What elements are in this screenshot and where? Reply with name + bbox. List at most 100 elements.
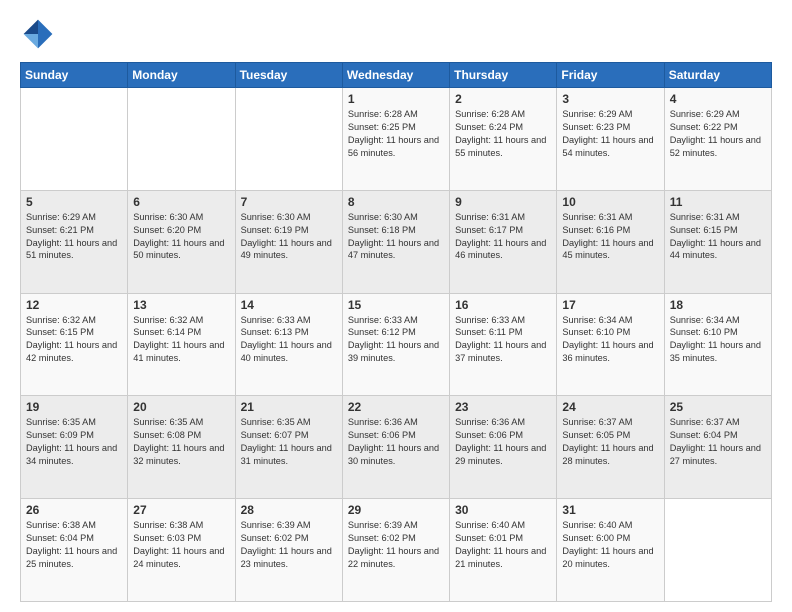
calendar-cell: 17 Sunrise: 6:34 AM Sunset: 6:10 PM Dayli… [557,293,664,396]
day-number: 16 [455,298,551,312]
day-number: 28 [241,503,337,517]
logo [20,16,60,52]
day-number: 4 [670,92,766,106]
calendar-cell: 9 Sunrise: 6:31 AM Sunset: 6:17 PM Daylig… [450,190,557,293]
calendar-cell: 10 Sunrise: 6:31 AM Sunset: 6:16 PM Dayli… [557,190,664,293]
day-number: 25 [670,400,766,414]
day-info: Sunrise: 6:33 AM Sunset: 6:13 PM Dayligh… [241,314,337,366]
calendar-cell: 31 Sunrise: 6:40 AM Sunset: 6:00 PM Dayli… [557,499,664,602]
day-info: Sunrise: 6:33 AM Sunset: 6:11 PM Dayligh… [455,314,551,366]
calendar-cell: 23Sunrise: 6:36 AM Sunset: 6:06 PM Dayli… [450,396,557,499]
week-row-2: 12Sunrise: 6:32 AM Sunset: 6:15 PM Dayli… [21,293,772,396]
day-info: Sunrise: 6:38 AM Sunset: 6:03 PM Dayligh… [133,519,229,571]
day-number: 23 [455,400,551,414]
calendar-cell: 7 Sunrise: 6:30 AM Sunset: 6:19 PM Daylig… [235,190,342,293]
day-info: Sunrise: 6:29 AM Sunset: 6:21 PM Dayligh… [26,211,122,263]
day-info: Sunrise: 6:28 AM Sunset: 6:24 PM Dayligh… [455,108,551,160]
calendar-cell: 12Sunrise: 6:32 AM Sunset: 6:15 PM Dayli… [21,293,128,396]
calendar-cell: 4 Sunrise: 6:29 AM Sunset: 6:22 PM Daylig… [664,88,771,191]
calendar-cell: 5 Sunrise: 6:29 AM Sunset: 6:21 PM Daylig… [21,190,128,293]
page: SundayMondayTuesdayWednesdayThursdayFrid… [0,0,792,612]
header-sunday: Sunday [21,63,128,88]
calendar-cell: 29 Sunrise: 6:39 AM Sunset: 6:02 PM Dayli… [342,499,449,602]
day-number: 30 [455,503,551,517]
header-wednesday: Wednesday [342,63,449,88]
day-info: Sunrise: 6:28 AM Sunset: 6:25 PM Dayligh… [348,108,444,160]
calendar-cell: 24Sunrise: 6:37 AM Sunset: 6:05 PM Dayli… [557,396,664,499]
calendar-cell: 16 Sunrise: 6:33 AM Sunset: 6:11 PM Dayli… [450,293,557,396]
day-info: Sunrise: 6:32 AM Sunset: 6:14 PM Dayligh… [133,314,229,366]
day-number: 2 [455,92,551,106]
day-number: 9 [455,195,551,209]
day-info: Sunrise: 6:34 AM Sunset: 6:10 PM Dayligh… [670,314,766,366]
day-number: 17 [562,298,658,312]
calendar-cell: 6 Sunrise: 6:30 AM Sunset: 6:20 PM Daylig… [128,190,235,293]
day-info: Sunrise: 6:31 AM Sunset: 6:17 PM Dayligh… [455,211,551,263]
day-number: 29 [348,503,444,517]
week-row-3: 19Sunrise: 6:35 AM Sunset: 6:09 PM Dayli… [21,396,772,499]
calendar-cell [664,499,771,602]
header-monday: Monday [128,63,235,88]
calendar-cell: 30Sunrise: 6:40 AM Sunset: 6:01 PM Dayli… [450,499,557,602]
day-info: Sunrise: 6:35 AM Sunset: 6:07 PM Dayligh… [241,416,337,468]
day-number: 27 [133,503,229,517]
day-info: Sunrise: 6:35 AM Sunset: 6:09 PM Dayligh… [26,416,122,468]
day-info: Sunrise: 6:35 AM Sunset: 6:08 PM Dayligh… [133,416,229,468]
day-info: Sunrise: 6:33 AM Sunset: 6:12 PM Dayligh… [348,314,444,366]
day-number: 1 [348,92,444,106]
day-info: Sunrise: 6:36 AM Sunset: 6:06 PM Dayligh… [348,416,444,468]
calendar-cell: 20 Sunrise: 6:35 AM Sunset: 6:08 PM Dayli… [128,396,235,499]
calendar-cell: 2 Sunrise: 6:28 AM Sunset: 6:24 PM Daylig… [450,88,557,191]
calendar-cell [128,88,235,191]
day-number: 24 [562,400,658,414]
day-info: Sunrise: 6:30 AM Sunset: 6:20 PM Dayligh… [133,211,229,263]
day-number: 20 [133,400,229,414]
day-info: Sunrise: 6:31 AM Sunset: 6:16 PM Dayligh… [562,211,658,263]
calendar-table: SundayMondayTuesdayWednesdayThursdayFrid… [20,62,772,602]
calendar-cell: 3Sunrise: 6:29 AM Sunset: 6:23 PM Daylig… [557,88,664,191]
header-friday: Friday [557,63,664,88]
calendar-cell: 25 Sunrise: 6:37 AM Sunset: 6:04 PM Dayli… [664,396,771,499]
calendar-cell [235,88,342,191]
header-saturday: Saturday [664,63,771,88]
week-row-4: 26 Sunrise: 6:38 AM Sunset: 6:04 PM Dayli… [21,499,772,602]
day-info: Sunrise: 6:39 AM Sunset: 6:02 PM Dayligh… [241,519,337,571]
calendar-header-row: SundayMondayTuesdayWednesdayThursdayFrid… [21,63,772,88]
day-number: 7 [241,195,337,209]
header-tuesday: Tuesday [235,63,342,88]
day-info: Sunrise: 6:31 AM Sunset: 6:15 PM Dayligh… [670,211,766,263]
day-info: Sunrise: 6:38 AM Sunset: 6:04 PM Dayligh… [26,519,122,571]
day-number: 15 [348,298,444,312]
day-number: 21 [241,400,337,414]
calendar-cell: 28 Sunrise: 6:39 AM Sunset: 6:02 PM Dayli… [235,499,342,602]
day-number: 13 [133,298,229,312]
day-info: Sunrise: 6:30 AM Sunset: 6:18 PM Dayligh… [348,211,444,263]
day-number: 12 [26,298,122,312]
day-number: 11 [670,195,766,209]
day-number: 22 [348,400,444,414]
calendar-cell [21,88,128,191]
day-number: 18 [670,298,766,312]
calendar-cell: 18 Sunrise: 6:34 AM Sunset: 6:10 PM Dayli… [664,293,771,396]
day-info: Sunrise: 6:37 AM Sunset: 6:04 PM Dayligh… [670,416,766,468]
day-number: 14 [241,298,337,312]
day-info: Sunrise: 6:29 AM Sunset: 6:22 PM Dayligh… [670,108,766,160]
day-info: Sunrise: 6:39 AM Sunset: 6:02 PM Dayligh… [348,519,444,571]
day-number: 31 [562,503,658,517]
calendar-cell: 27 Sunrise: 6:38 AM Sunset: 6:03 PM Dayli… [128,499,235,602]
calendar-cell: 22 Sunrise: 6:36 AM Sunset: 6:06 PM Dayli… [342,396,449,499]
day-number: 8 [348,195,444,209]
day-info: Sunrise: 6:30 AM Sunset: 6:19 PM Dayligh… [241,211,337,263]
day-number: 26 [26,503,122,517]
day-number: 6 [133,195,229,209]
week-row-1: 5 Sunrise: 6:29 AM Sunset: 6:21 PM Daylig… [21,190,772,293]
header [20,16,772,52]
day-info: Sunrise: 6:34 AM Sunset: 6:10 PM Dayligh… [562,314,658,366]
day-number: 10 [562,195,658,209]
day-number: 5 [26,195,122,209]
header-thursday: Thursday [450,63,557,88]
calendar-cell: 26 Sunrise: 6:38 AM Sunset: 6:04 PM Dayli… [21,499,128,602]
week-row-0: 1 Sunrise: 6:28 AM Sunset: 6:25 PM Daylig… [21,88,772,191]
calendar-cell: 1 Sunrise: 6:28 AM Sunset: 6:25 PM Daylig… [342,88,449,191]
day-info: Sunrise: 6:40 AM Sunset: 6:00 PM Dayligh… [562,519,658,571]
